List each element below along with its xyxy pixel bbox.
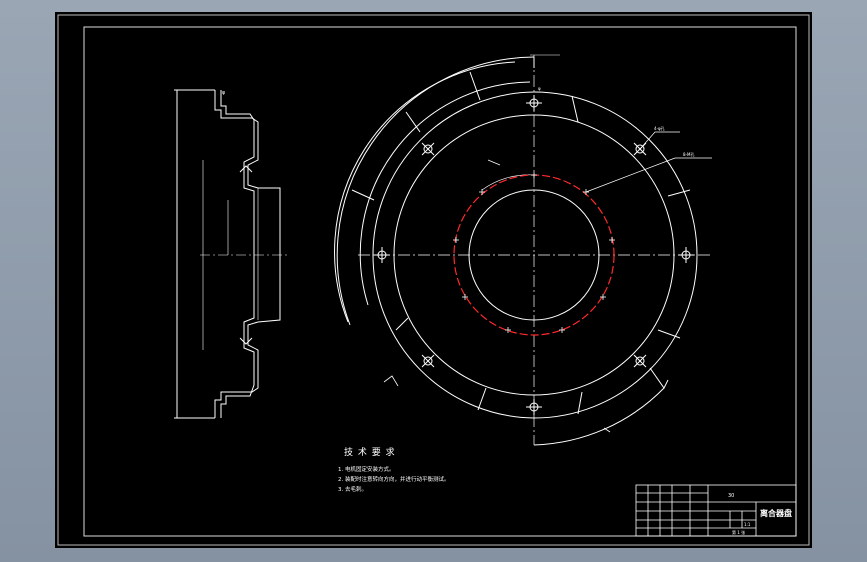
notes-line-2: 2. 装配时注意转向方向，并进行动平衡测试。 xyxy=(338,475,450,483)
svg-text:4-φ孔: 4-φ孔 xyxy=(654,125,665,131)
title-block-sheet: 第 1 张 xyxy=(732,529,745,535)
notes-line-3: 3. 去毛刺。 xyxy=(338,485,367,493)
title-block-drawing-name: 离合器盘 xyxy=(760,508,792,518)
cad-drawing-canvas: φ 4-φ孔 8-M孔 φ 技 术 要 求 1. 电机固定安装方式。 2. 装配… xyxy=(55,12,812,548)
title-block-scale: 1:1 xyxy=(744,522,751,527)
notes-title: 技 术 要 求 xyxy=(344,446,396,458)
svg-text:8-M孔: 8-M孔 xyxy=(683,151,694,157)
notes-line-1: 1. 电机固定安装方式。 xyxy=(338,465,395,473)
title-block-code: 30 xyxy=(728,493,734,499)
drawing-sheet xyxy=(55,12,812,548)
svg-text:φ: φ xyxy=(538,86,541,91)
